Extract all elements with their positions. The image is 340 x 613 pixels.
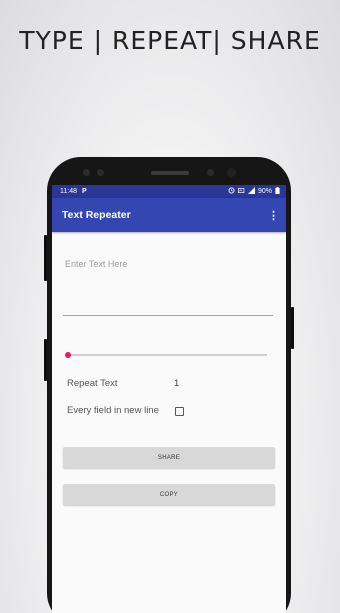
status-bar: 11:48 P 90% — [52, 185, 286, 198]
battery-icon — [275, 187, 280, 196]
earpiece-speaker — [151, 171, 189, 175]
repeat-count-value: 1 — [174, 378, 180, 389]
copy-button[interactable]: COPY — [63, 484, 275, 505]
repeat-count-slider[interactable] — [65, 351, 267, 359]
text-input[interactable] — [63, 259, 273, 316]
bixby-button — [44, 339, 47, 381]
phone-frame: 11:48 P 90% Text Repeater ⋮ Enter Text H… — [44, 157, 294, 613]
new-line-checkbox[interactable] — [175, 407, 184, 416]
power-button — [291, 307, 294, 349]
repeat-text-label: Repeat Text — [67, 378, 118, 389]
new-line-label: Every field in new line — [67, 405, 159, 416]
volume-button — [44, 235, 47, 281]
promo-headline: TYPE | REPEAT| SHARE — [19, 26, 321, 55]
phone-top-bezel — [47, 157, 291, 185]
sensor-icon — [97, 169, 104, 176]
app-title: Text Repeater — [62, 209, 131, 221]
status-time: 11:48 — [60, 188, 77, 195]
slider-track — [67, 354, 267, 356]
alarm-icon — [228, 187, 235, 196]
notification-icon: P — [82, 188, 87, 195]
sensor-icon — [83, 169, 90, 176]
sensor-icon — [207, 169, 214, 176]
slider-thumb[interactable] — [65, 351, 71, 358]
phone-screen: 11:48 P 90% Text Repeater ⋮ Enter Text H… — [52, 185, 286, 613]
share-button[interactable]: SHARE — [63, 447, 275, 468]
wifi-icon — [237, 187, 245, 196]
more-options-icon[interactable]: ⋮ — [268, 209, 279, 222]
signal-icon — [247, 187, 255, 196]
app-toolbar: Text Repeater ⋮ — [52, 198, 286, 232]
battery-percent: 90% — [257, 188, 272, 195]
front-camera-icon — [227, 168, 236, 177]
